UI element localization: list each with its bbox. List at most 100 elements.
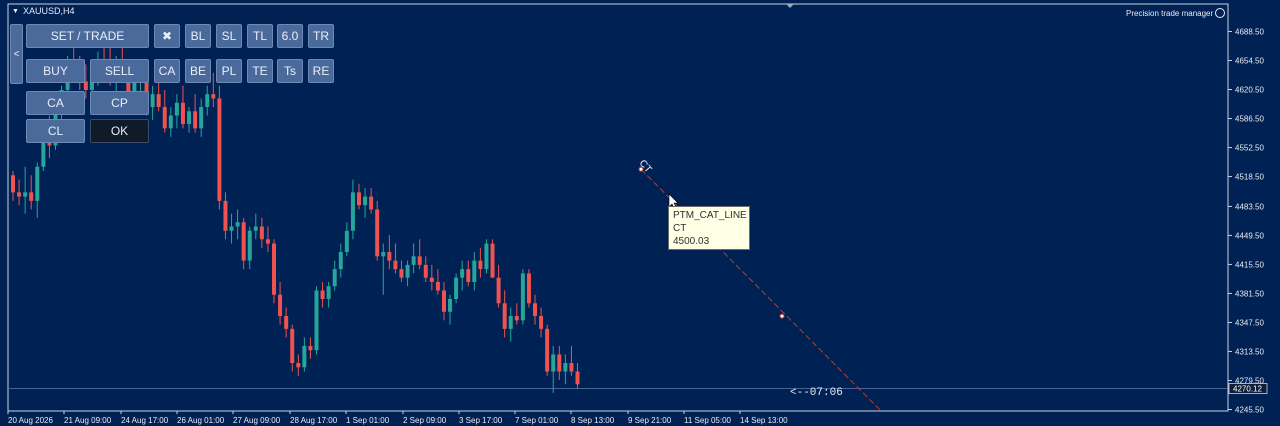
symbol-label: XAUUSD,H4 bbox=[22, 6, 75, 16]
cl-button[interactable]: CL bbox=[26, 119, 85, 143]
x-tick-label: 28 Aug 17:00 bbox=[290, 416, 338, 425]
candle-body bbox=[454, 277, 459, 300]
ok-button[interactable]: OK bbox=[90, 119, 149, 143]
y-tick-label: 4313.50 bbox=[1235, 347, 1264, 356]
ts-button[interactable]: Ts bbox=[277, 59, 303, 83]
candle-body bbox=[417, 256, 422, 265]
te-button[interactable]: TE bbox=[247, 59, 273, 83]
be-button[interactable]: BE bbox=[185, 59, 211, 83]
buy-button[interactable]: BUY bbox=[26, 59, 85, 83]
y-tick-label: 4620.50 bbox=[1235, 86, 1264, 95]
tr-button[interactable]: TR bbox=[308, 24, 334, 48]
candle-body bbox=[187, 111, 192, 125]
y-tick-label: 4518.50 bbox=[1235, 173, 1264, 182]
set-trade-button[interactable]: SET / TRADE bbox=[26, 24, 149, 48]
candle-body bbox=[296, 362, 301, 368]
candle-body bbox=[223, 200, 228, 231]
y-tick-label: 4449.50 bbox=[1235, 231, 1264, 240]
tl-button[interactable]: TL bbox=[247, 24, 273, 48]
candle-body bbox=[502, 303, 507, 329]
smiley-icon bbox=[1215, 8, 1226, 18]
candle-body bbox=[490, 243, 495, 278]
tooltip-object-name: PTM_CAT_LINE bbox=[673, 210, 747, 221]
chart-menu-icon[interactable]: ▼ bbox=[12, 8, 19, 15]
x-tick-label: 20 Aug 2026 bbox=[8, 416, 53, 425]
candle-body bbox=[29, 192, 34, 201]
candle-body bbox=[314, 290, 319, 351]
candle-body bbox=[448, 299, 453, 312]
y-tick-label: 4586.50 bbox=[1235, 115, 1264, 124]
y-tick-label: 4415.50 bbox=[1235, 260, 1264, 269]
candle-body bbox=[241, 222, 246, 261]
x-tick-label: 7 Sep 01:00 bbox=[515, 416, 559, 425]
y-tick-label: 4381.50 bbox=[1235, 289, 1264, 298]
lot-size-button[interactable]: 6.0 bbox=[277, 24, 303, 48]
x-tick-label: 14 Sep 13:00 bbox=[740, 416, 788, 425]
ca-button[interactable]: CA bbox=[26, 91, 85, 115]
candle-body bbox=[375, 209, 380, 257]
candle-body bbox=[168, 115, 173, 129]
candle-body bbox=[520, 273, 525, 321]
re-button[interactable]: RE bbox=[308, 59, 334, 83]
x-tick-label: 8 Sep 13:00 bbox=[571, 416, 615, 425]
candle-body bbox=[211, 94, 216, 99]
candle-body bbox=[460, 269, 465, 278]
candle-body bbox=[575, 371, 580, 385]
candle-body bbox=[526, 273, 531, 304]
candle-body bbox=[156, 94, 161, 108]
sell-button[interactable]: SELL bbox=[90, 59, 149, 83]
candle-body bbox=[229, 226, 234, 231]
close-panel-button[interactable]: ✖ bbox=[154, 24, 180, 48]
y-tick-label: 4483.50 bbox=[1235, 202, 1264, 211]
bl-button[interactable]: BL bbox=[185, 24, 211, 48]
ct-line-anchor-mid[interactable] bbox=[779, 313, 785, 319]
candle-body bbox=[235, 222, 240, 227]
candle-body bbox=[551, 354, 556, 372]
candle-body bbox=[569, 362, 574, 372]
x-tick-label: 24 Aug 17:00 bbox=[121, 416, 169, 425]
y-tick-label: 4347.50 bbox=[1235, 318, 1264, 327]
x-tick-label: 2 Sep 09:00 bbox=[403, 416, 447, 425]
candle-body bbox=[350, 192, 355, 231]
ptm-title: Precision trade manager bbox=[1126, 8, 1226, 18]
tooltip-object-label: CT bbox=[673, 223, 687, 234]
candle-body bbox=[253, 226, 258, 231]
candle-body bbox=[435, 281, 440, 291]
candle-body bbox=[302, 345, 307, 368]
candle-body bbox=[539, 316, 544, 329]
candle-body bbox=[363, 196, 368, 206]
candle-body bbox=[272, 243, 277, 295]
x-tick-label: 11 Sep 05:00 bbox=[684, 416, 732, 425]
candle-body bbox=[393, 260, 398, 270]
y-tick-label: 4688.50 bbox=[1235, 28, 1264, 37]
candle-body bbox=[508, 316, 513, 329]
candle-body bbox=[17, 192, 22, 197]
candle-body bbox=[369, 196, 374, 210]
candle-body bbox=[496, 277, 501, 304]
x-tick-label: 3 Sep 17:00 bbox=[459, 416, 503, 425]
ptm-title-text: Precision trade manager bbox=[1126, 9, 1214, 18]
tooltip-object-price: 4500.03 bbox=[673, 236, 710, 247]
candle-body bbox=[83, 81, 88, 90]
collapse-panel-button[interactable]: < bbox=[10, 24, 23, 84]
candle-body bbox=[387, 252, 392, 261]
chart-symbol-title[interactable]: ▼ XAUUSD,H4 bbox=[12, 6, 74, 16]
price-chart[interactable]: 4688.50 4654.50 4620.50 4586.50 4552.50 4518.… bbox=[0, 0, 1280, 426]
candle-body bbox=[320, 290, 325, 300]
candle-body bbox=[326, 286, 331, 300]
candle-body bbox=[399, 269, 404, 278]
candle-body bbox=[332, 269, 337, 287]
x-tick-label: 21 Aug 09:00 bbox=[64, 416, 112, 425]
ca-top-button[interactable]: CA bbox=[154, 59, 180, 83]
sl-button[interactable]: SL bbox=[216, 24, 242, 48]
y-tick-label: 4552.50 bbox=[1235, 144, 1264, 153]
cp-button[interactable]: CP bbox=[90, 91, 149, 115]
pl-button[interactable]: PL bbox=[216, 59, 242, 83]
candle-body bbox=[259, 226, 264, 240]
candle-body bbox=[472, 260, 477, 282]
candle-body bbox=[23, 192, 28, 197]
candle-body bbox=[247, 230, 252, 261]
x-tick-label: 27 Aug 09:00 bbox=[233, 416, 281, 425]
candle-body bbox=[557, 354, 562, 372]
candle-body bbox=[411, 256, 416, 265]
